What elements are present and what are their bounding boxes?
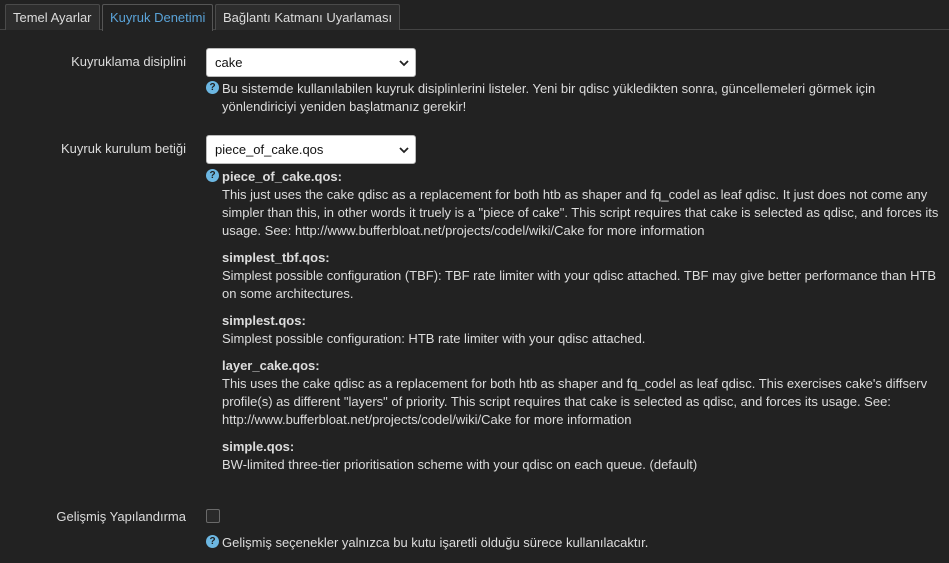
tab-link-layer-adaptation[interactable]: Bağlantı Katmanı Uyarlaması <box>215 4 401 30</box>
chevron-down-icon <box>399 60 409 67</box>
qdisc-help-text: Bu sistemde kullanılabilen kuyruk disipl… <box>222 81 876 114</box>
script-description-list: piece_of_cake.qos: This just uses the ca… <box>222 168 942 474</box>
script-select-value: piece_of_cake.qos <box>215 142 324 157</box>
tab-queue-discipline[interactable]: Kuyruk Denetimi <box>102 4 214 31</box>
tab-basic-settings[interactable]: Temel Ayarlar <box>5 4 100 30</box>
script-entry: piece_of_cake.qos: This just uses the ca… <box>222 168 942 240</box>
qdisc-select[interactable]: cake <box>206 48 416 77</box>
script-label: Kuyruk kurulum betiği <box>61 141 186 156</box>
script-entry-title: piece_of_cake.qos: <box>222 169 342 184</box>
script-entry: simplest_tbf.qos: Simplest possible conf… <box>222 249 942 303</box>
chevron-down-icon <box>399 147 409 154</box>
script-entry: layer_cake.qos: This uses the cake qdisc… <box>222 357 942 429</box>
script-entry-title: simplest_tbf.qos: <box>222 250 330 265</box>
script-entry-text: This just uses the cake qdisc as a repla… <box>222 187 939 238</box>
advanced-config-label: Gelişmiş Yapılandırma <box>56 509 186 524</box>
tab-bar: Temel Ayarlar Kuyruk Denetimi Bağlantı K… <box>0 0 949 31</box>
qdisc-label: Kuyruklama disiplini <box>71 54 186 69</box>
script-entry-text: Simplest possible configuration: HTB rat… <box>222 331 646 346</box>
script-select[interactable]: piece_of_cake.qos <box>206 135 416 164</box>
script-entry-text: Simplest possible configuration (TBF): T… <box>222 268 937 301</box>
script-entry-title: simplest.qos: <box>222 313 306 328</box>
help-icon: ? <box>206 81 219 94</box>
script-entry: simplest.qos: Simplest possible configur… <box>222 312 942 348</box>
help-icon: ? <box>206 169 219 182</box>
help-icon: ? <box>206 535 219 548</box>
script-entry-text: This uses the cake qdisc as a replacemen… <box>222 376 928 427</box>
script-entry-title: simple.qos: <box>222 439 295 454</box>
advanced-help-text: Gelişmiş seçenekler yalnızca bu kutu işa… <box>222 535 649 550</box>
advanced-config-checkbox[interactable] <box>206 509 220 523</box>
script-entry-text: BW-limited three-tier prioritisation sch… <box>222 457 698 472</box>
qdisc-select-value: cake <box>215 55 243 70</box>
script-entry-title: layer_cake.qos: <box>222 358 320 373</box>
script-entry: simple.qos: BW-limited three-tier priori… <box>222 438 942 474</box>
